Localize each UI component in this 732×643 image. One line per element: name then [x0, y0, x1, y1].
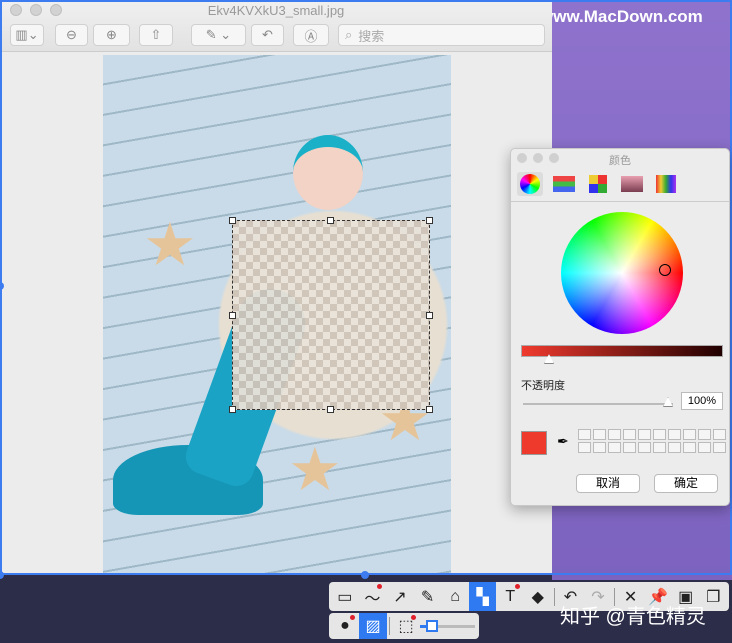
search-icon: ⌕	[345, 27, 353, 42]
zoom-in-button[interactable]: ⊕	[93, 24, 130, 46]
eyedropper-icon[interactable]: ✒	[557, 433, 569, 450]
photo-starfish: ★	[288, 436, 342, 503]
credit-watermark: 知乎 @青色精灵	[560, 606, 706, 628]
color-wheel[interactable]	[561, 212, 683, 334]
brightness-slider[interactable]	[521, 345, 723, 364]
eraser-tool-icon[interactable]: ◆	[524, 582, 552, 611]
crosshair-icon	[659, 264, 671, 276]
capture-handle[interactable]	[361, 571, 369, 579]
rotate-button[interactable]: ↶	[251, 24, 284, 46]
markup-pen-button[interactable]: ✎ ⌄	[191, 24, 246, 46]
resize-handle[interactable]	[327, 406, 334, 413]
resize-handle[interactable]	[426, 312, 433, 319]
close-button[interactable]	[517, 153, 527, 163]
size-slider-thumb[interactable]	[426, 619, 438, 632]
window-title: Ekv4KVXkU3_small.jpg	[207, 3, 345, 18]
opacity-thumb[interactable]	[663, 397, 673, 407]
minimize-button[interactable]	[533, 153, 543, 163]
mosaic-tool-icon[interactable]: ▚	[468, 582, 497, 611]
text-tool-icon[interactable]: T	[496, 582, 524, 611]
tab-sliders[interactable]	[551, 172, 577, 196]
resize-handle[interactable]	[426, 217, 433, 224]
curve-tool-icon[interactable]: 〜	[359, 582, 387, 611]
capture-handle[interactable]	[0, 571, 4, 579]
current-color-swatch[interactable]	[521, 431, 547, 455]
highlighter-tool-icon[interactable]: ⌂	[441, 582, 469, 611]
resize-handle[interactable]	[426, 406, 433, 413]
fill-circle-icon[interactable]: ●	[331, 613, 359, 639]
arrow-tool-icon[interactable]: ↗	[386, 582, 414, 611]
image-palette-icon	[621, 176, 643, 192]
zoom-out-button[interactable]: ⊖	[55, 24, 88, 46]
photo-baby	[293, 135, 363, 210]
search-placeholder: 搜索	[358, 28, 385, 44]
ok-button[interactable]: 确定	[654, 474, 718, 493]
sidebar-toggle-button[interactable]: ▥⌄	[10, 24, 44, 46]
size-slider[interactable]	[420, 619, 475, 632]
titlebar: Ekv4KVXkU3_small.jpg ▥⌄ ⊖ ⊕ ⇧ ✎ ⌄ ↶ Ⓐ ⌕ 搜…	[0, 0, 552, 52]
pencil-tool-icon[interactable]: ✎	[414, 582, 442, 611]
color-panel: 颜色 不透明度 100% ✒ 取消 确定	[510, 148, 730, 506]
slider-thumb[interactable]	[544, 354, 554, 364]
opacity-label: 不透明度	[521, 380, 565, 392]
watermark-text: www.MacDown.com	[540, 7, 703, 26]
sliders-icon	[553, 176, 575, 192]
color-wheel-icon	[520, 174, 540, 194]
photo-starfish: ★	[143, 211, 197, 278]
palettes-icon	[589, 175, 607, 193]
custom-swatches[interactable]	[578, 429, 726, 453]
resize-handle[interactable]	[229, 312, 236, 319]
opacity-slider[interactable]	[523, 397, 673, 407]
zoom-button[interactable]	[549, 153, 559, 163]
opacity-field[interactable]: 100%	[681, 392, 723, 410]
pencils-icon	[656, 175, 676, 193]
markup-button[interactable]: Ⓐ	[293, 24, 329, 46]
border-size-icon[interactable]: ⬚	[392, 613, 420, 639]
tool-options-bar: ● ▨ ⬚	[329, 613, 479, 639]
tab-color-wheel[interactable]	[517, 172, 543, 196]
cancel-button[interactable]: 取消	[576, 474, 640, 493]
panel-window-controls[interactable]	[517, 153, 559, 163]
preview-window: Ekv4KVXkU3_small.jpg ▥⌄ ⊖ ⊕ ⇧ ✎ ⌄ ↶ Ⓐ ⌕ 搜…	[0, 0, 552, 575]
resize-handle[interactable]	[229, 406, 236, 413]
share-button[interactable]: ⇧	[139, 24, 173, 46]
resize-handle[interactable]	[327, 217, 334, 224]
tab-palettes[interactable]	[585, 172, 611, 196]
hatch-pattern-icon[interactable]: ▨	[359, 613, 387, 639]
mosaic-selection[interactable]	[229, 217, 433, 413]
shape-tool-icon[interactable]: ▭	[331, 582, 359, 611]
tab-image[interactable]	[619, 172, 645, 196]
resize-handle[interactable]	[229, 217, 236, 224]
tab-pencils[interactable]	[653, 172, 679, 196]
search-input[interactable]: ⌕ 搜索	[338, 24, 545, 46]
